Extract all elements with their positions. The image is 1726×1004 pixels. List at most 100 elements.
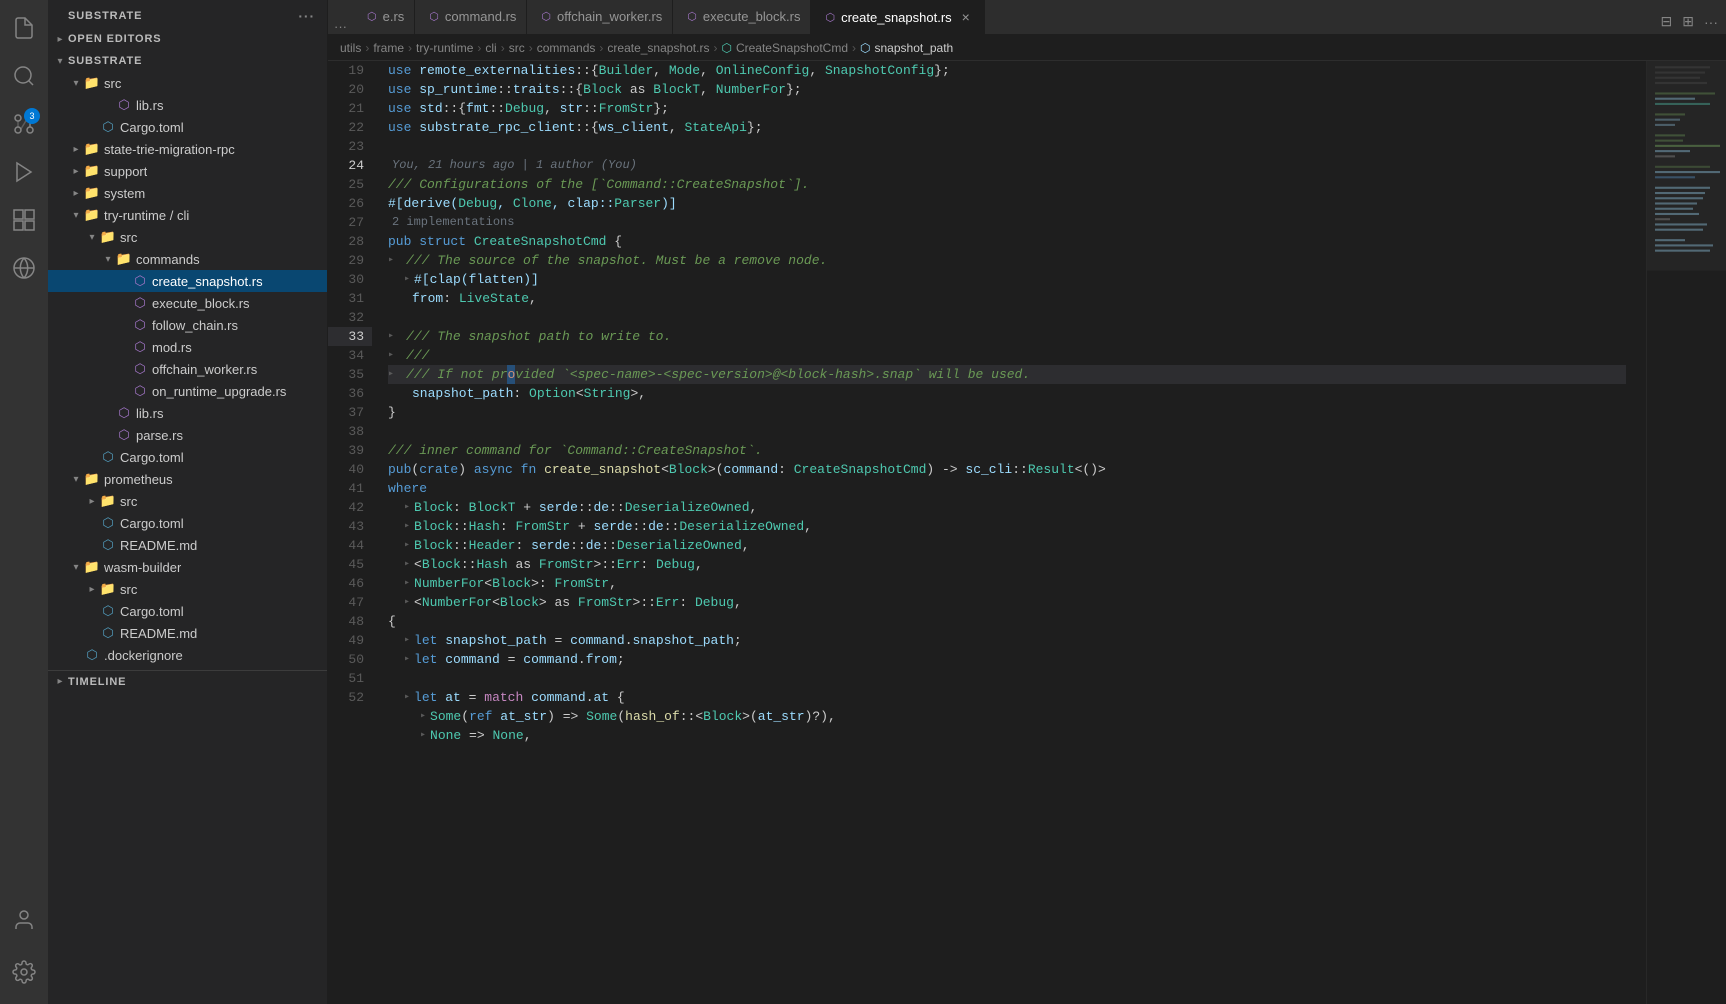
state-trie-folder[interactable]: 📁 state-trie-migration-rpc [48,138,327,160]
folder-icon7: 📁 [116,251,132,267]
code-line-50: ▸let at = match command.at { [388,688,1626,707]
cargo-toml-item[interactable]: ⬡ Cargo.toml [48,116,327,138]
on-runtime-item[interactable]: ⬡ on_runtime_upgrade.rs [48,380,327,402]
cargo-prom-label: Cargo.toml [120,516,184,531]
tab-create-icon: ⬡ [825,11,835,24]
lib-try-item[interactable]: ⬡ lib.rs [48,402,327,424]
more-icon[interactable]: ··· [298,8,315,24]
mod-rs-item[interactable]: ⬡ mod.rs [48,336,327,358]
src-prom-folder[interactable]: 📁 src [48,490,327,512]
code-line-49 [388,669,1626,688]
run-debug-icon[interactable] [0,148,48,196]
layout-icon[interactable]: ⊞ [1678,9,1698,34]
bc-try-runtime[interactable]: try-runtime [416,41,473,55]
tab-create-label: create_snapshot.rs [841,10,952,25]
code-line-36 [388,422,1626,441]
cargo-try-item[interactable]: ⬡ Cargo.toml [48,446,327,468]
settings-icon[interactable] [0,948,48,996]
bc-src[interactable]: src [509,41,525,55]
code-line-51: ▸Some(ref at_str) => Some(hash_of::<Bloc… [388,707,1626,726]
substrate-section[interactable]: SUBSTRATE [48,50,327,72]
empty-arrow [100,97,116,113]
tab-execute-rs[interactable]: ⬡ execute_block.rs [673,0,811,34]
toml-icon: ⬡ [100,119,116,135]
dockerignore-item[interactable]: ⬡ .dockerignore [48,644,327,666]
sep2: › [408,41,412,55]
readme-prom-item[interactable]: ⬡ README.md [48,534,327,556]
extensions-icon[interactable] [0,196,48,244]
files-icon[interactable] [0,4,48,52]
explorer-header: SUBSTRATE ··· [48,0,327,28]
empty-arrow16 [68,647,84,663]
readme-prom-label: README.md [120,538,197,553]
empty-arrow9 [100,405,116,421]
code-line-31: ▸/// The snapshot path to write to. [388,327,1626,346]
more-actions-icon[interactable]: ··· [1700,10,1722,34]
open-editors-arrow [52,31,68,47]
bc-frame[interactable]: frame [373,41,404,55]
commands-label: commands [136,252,200,267]
folder-icon4: 📁 [84,185,100,201]
bc-commands[interactable]: commands [537,41,596,55]
code-editor[interactable]: use remote_externalities::{Builder, Mode… [380,61,1646,1004]
src-wasm-folder[interactable]: 📁 src [48,578,327,600]
rs-icon2: ⬡ [132,273,148,289]
lib-rs-item[interactable]: ⬡ lib.rs [48,94,327,116]
tab-command-rs[interactable]: ⬡ command.rs [415,0,527,34]
breadcrumb: utils › frame › try-runtime › cli › src … [328,35,1726,61]
tab-execute-icon: ⬡ [687,10,697,23]
code-line-52: ▸None => None, [388,726,1626,745]
code-line-29: from: LiveState, [388,289,1626,308]
tab-create-snapshot[interactable]: ⬡ create_snapshot.rs × [811,0,984,34]
tab-e-rs[interactable]: ⬡ e.rs [353,0,415,34]
code-line-30 [388,308,1626,327]
create-snapshot-item[interactable]: ⬡ create_snapshot.rs [48,270,327,292]
src-folder[interactable]: 📁 src [48,72,327,94]
tab-offchain-rs[interactable]: ⬡ offchain_worker.rs [527,0,673,34]
readme-wasm-item[interactable]: ⬡ README.md [48,622,327,644]
cargo-wasm-item[interactable]: ⬡ Cargo.toml [48,600,327,622]
system-folder[interactable]: 📁 system [48,182,327,204]
folder-icon5: 📁 [84,207,100,223]
parse-label: parse.rs [136,428,183,443]
cargo-prom-item[interactable]: ⬡ Cargo.toml [48,512,327,534]
src-label: src [104,76,121,91]
lib-try-label: lib.rs [136,406,163,421]
wasm-builder-folder[interactable]: 📁 wasm-builder [48,556,327,578]
source-control-icon[interactable]: 3 [0,100,48,148]
execute-block-item[interactable]: ⬡ execute_block.rs [48,292,327,314]
cargo-try-label: Cargo.toml [120,450,184,465]
bc-file[interactable]: create_snapshot.rs [607,41,709,55]
open-editors-section[interactable]: OPEN EDITORS [48,28,327,50]
support-folder[interactable]: 📁 support [48,160,327,182]
parse-item[interactable]: ⬡ parse.rs [48,424,327,446]
code-line-34: snapshot_path: Option<String>, [388,384,1626,403]
follow-chain-item[interactable]: ⬡ follow_chain.rs [48,314,327,336]
cargo-wasm-label: Cargo.toml [120,604,184,619]
bc-field[interactable]: snapshot_path [875,41,954,55]
accounts-icon[interactable] [0,896,48,944]
src-arrow [68,75,84,91]
bc-cli[interactable]: cli [485,41,496,55]
prometheus-label: prometheus [104,472,173,487]
bc-utils[interactable]: utils [340,41,361,55]
offchain-item[interactable]: ⬡ offchain_worker.rs [48,358,327,380]
commands-folder[interactable]: 📁 commands [48,248,327,270]
search-icon[interactable] [0,52,48,100]
create-snapshot-label: create_snapshot.rs [152,274,263,289]
tabs-overflow-btn[interactable]: ··· [328,19,353,34]
toml-icon3: ⬡ [100,515,116,531]
lib-rs-label: lib.rs [136,98,163,113]
code-line-33: ▸/// If not provided `<spec-name>-<spec-… [388,365,1626,384]
try-runtime-folder[interactable]: 📁 try-runtime / cli [48,204,327,226]
empty-arrow11 [84,449,100,465]
split-editor-icon[interactable]: ⊟ [1657,9,1677,34]
remote-icon[interactable] [0,244,48,292]
bc-struct[interactable]: CreateSnapshotCmd [736,41,848,55]
empty-arrow13 [84,537,100,553]
src-try-folder[interactable]: 📁 src [48,226,327,248]
tab-close-btn[interactable]: × [958,9,974,25]
prometheus-folder[interactable]: 📁 prometheus [48,468,327,490]
timeline-section[interactable]: TIMELINE [48,670,327,692]
tab-command-icon: ⬡ [429,10,439,23]
